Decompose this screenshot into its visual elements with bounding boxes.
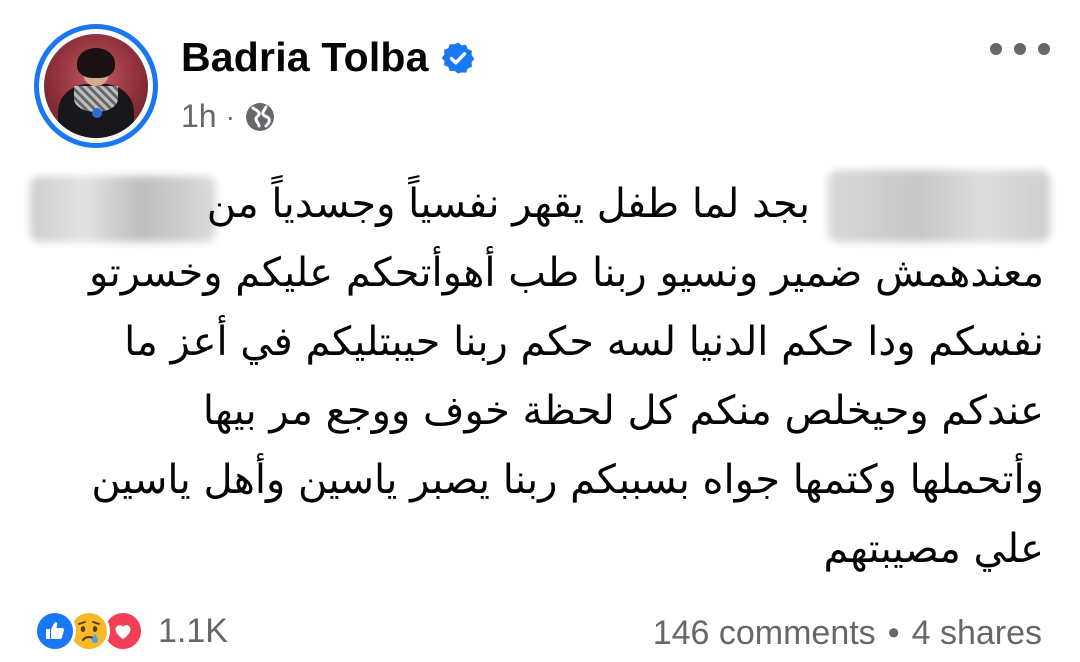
more-options-icon[interactable]	[990, 34, 1050, 64]
post-text-line: معندهمش ضمير ونسيو ربنا طب أهوأتحكم عليك…	[88, 250, 1044, 296]
post-text-line: علي مصيبتهم	[823, 526, 1044, 572]
verified-badge-icon	[441, 41, 475, 75]
engagement-counts: 146 comments • 4 shares	[653, 614, 1042, 653]
reaction-count: 1.1K	[158, 611, 228, 650]
post-text-line: وأتحملها وكتمها جواه بسببكم ربنا يصبر يا…	[91, 457, 1044, 503]
meta-separator: ·	[225, 100, 235, 132]
post-timestamp[interactable]: 1h	[181, 98, 217, 135]
facebook-post: Badria Tolba 1h · بجد لما طفل يقهر نفسيا…	[0, 0, 1080, 662]
shares-count[interactable]: 4 shares	[912, 614, 1042, 653]
footer-separator: •	[887, 614, 900, 652]
post-text-line: عندكم وحيخلص منكم كل لحظة خوف ووجع مر بي…	[202, 388, 1044, 434]
reactions-summary[interactable]: 1.1K	[34, 610, 228, 652]
post-footer: 1.1K 146 comments • 4 shares	[0, 610, 1080, 662]
profile-avatar[interactable]	[34, 24, 158, 148]
globe-icon[interactable]	[244, 101, 276, 133]
avatar-image	[44, 34, 148, 138]
author-row: Badria Tolba	[181, 34, 475, 81]
post-meta: 1h ·	[181, 98, 276, 135]
author-name[interactable]: Badria Tolba	[181, 34, 429, 81]
comments-count[interactable]: 146 comments	[653, 614, 876, 653]
post-text-line: بجد لما طفل يقهر نفسياً وجسدياً من	[206, 181, 810, 227]
like-reaction-icon	[34, 610, 76, 652]
post-text: بجد لما طفل يقهر نفسياً وجسدياً من معنده…	[34, 170, 1044, 584]
post-text-line: نفسكم ودا حكم الدنيا لسه حكم ربنا حيبتلي…	[124, 319, 1044, 365]
